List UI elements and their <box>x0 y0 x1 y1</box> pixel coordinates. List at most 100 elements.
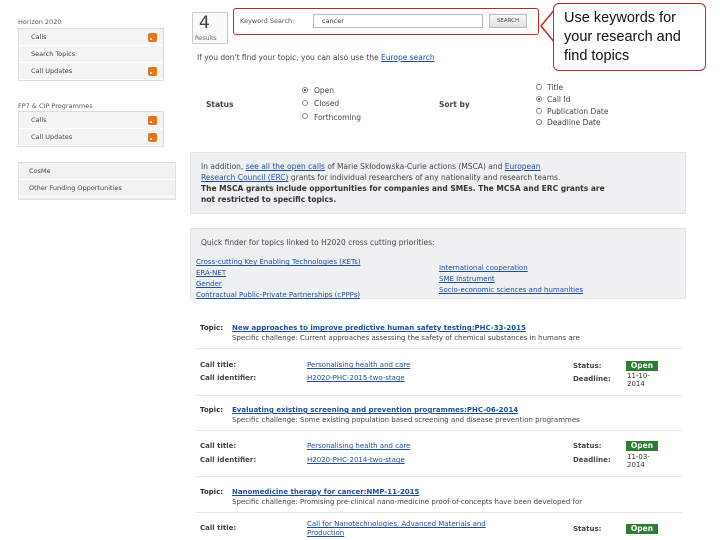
status-label: Status: <box>573 442 602 450</box>
rss-icon[interactable] <box>148 33 157 42</box>
status-option-label: Closed <box>314 99 340 108</box>
rss-icon[interactable] <box>148 67 157 76</box>
sidebar-item-fp7-call-updates[interactable]: Call Updates <box>19 129 163 146</box>
status-label: Status: <box>573 525 602 533</box>
sidebar-other-menu: CosMe Other Funding Opportunities <box>18 162 176 200</box>
search-label: Keyword Search: <box>240 17 295 25</box>
sidebar-item-label: Calls <box>31 33 47 41</box>
call-id-label: Call identifier: <box>200 456 257 464</box>
topic-label: Topic: <box>200 488 224 496</box>
annotation-callout: Use keywords for your research and find … <box>553 3 706 71</box>
deadline-date-line1: 11-03- <box>627 453 650 461</box>
sidebar-item-label: Other Funding Opportunities <box>29 184 122 192</box>
rss-icon[interactable] <box>148 116 157 125</box>
europe-note-text: If you don't find your topic, you can al… <box>197 53 381 62</box>
sidebar-item-label: Search Topics <box>31 50 76 58</box>
sort-option-label: Publication Date <box>547 107 609 116</box>
sidebar-item-other-funding[interactable]: Other Funding Opportunities <box>19 180 175 197</box>
divider <box>196 395 682 396</box>
sort-option-label: Call Id <box>547 95 571 104</box>
topic-challenge: Specific challenge: Some existing popula… <box>232 416 580 424</box>
status-badge: Open <box>626 524 658 534</box>
sidebar-item-call-updates[interactable]: Call Updates <box>19 63 163 80</box>
divider <box>196 476 682 477</box>
call-title-label: Call title: <box>200 442 237 450</box>
divider <box>196 512 682 513</box>
call-id-link[interactable]: H2020-PHC-2015-two-stage <box>307 374 405 382</box>
sort-radio-deadline-date[interactable] <box>536 119 542 125</box>
results-count: 4 <box>199 13 210 33</box>
sidebar-item-label: Call Updates <box>31 67 73 75</box>
sidebar-fp7-menu: Calls Call Updates <box>18 111 164 147</box>
deadline-label: Deadline: <box>573 456 611 464</box>
sort-radio-title[interactable] <box>536 84 542 90</box>
keyword-search-panel: Keyword Search: SEARCH <box>233 8 539 35</box>
sort-radio-publication-date[interactable] <box>536 108 542 114</box>
call-title-link[interactable]: Personalising health and care <box>307 361 410 369</box>
sidebar-item-label: Calls <box>31 116 47 124</box>
european-link[interactable]: European <box>505 162 541 171</box>
topic-challenge: Specific challenge: Current approaches a… <box>232 334 580 342</box>
sidebar-item-label: CosMe <box>29 167 51 175</box>
sort-by-label: Sort by <box>439 100 470 109</box>
quickfinder-link-cppps[interactable]: Contractual Public-Private Partnerships … <box>196 291 360 299</box>
search-input[interactable] <box>313 14 483 28</box>
quickfinder-link-kets[interactable]: Cross-cutting Key Enabling Technologies … <box>196 258 360 266</box>
call-title-link-continued[interactable]: Production <box>307 529 344 537</box>
status-radio-closed[interactable] <box>302 100 308 106</box>
quickfinder-link-sme[interactable]: SME Instrument <box>439 275 495 283</box>
results-label: Results <box>195 35 217 42</box>
status-filter-label: Status <box>206 100 234 109</box>
deadline-date-line1: 11-10- <box>627 372 650 380</box>
call-id-label: Call identifier: <box>200 374 257 382</box>
quickfinder-link-ssh[interactable]: Socio-economic sciences and humanities <box>439 286 583 294</box>
call-title-link[interactable]: Call for Nanotechnologies, Advanced Mate… <box>307 520 486 528</box>
topic-title-link[interactable]: Evaluating existing screening and preven… <box>232 406 518 414</box>
quick-finder-box: Quick finder for topics linked to H2020 … <box>190 228 686 299</box>
sidebar-item-fp7-calls[interactable]: Calls <box>19 112 163 129</box>
msca-erc-info-box: In addition, see all the open calls of M… <box>190 152 686 214</box>
sidebar-item-cosme[interactable]: CosMe <box>19 163 175 180</box>
status-badge: Open <box>626 361 658 371</box>
europe-search-link[interactable]: Europe search <box>381 53 435 62</box>
quickfinder-link-gender[interactable]: Gender <box>196 280 222 288</box>
sidebar-item-search-topics[interactable]: Search Topics <box>19 46 163 63</box>
sidebar-heading-h2020: Horizon 2020 <box>18 18 62 26</box>
sidebar-h2020-menu: Calls Search Topics Call Updates <box>18 28 164 81</box>
topic-label: Topic: <box>200 324 224 332</box>
status-badge: Open <box>626 441 658 451</box>
sort-option-label: Title <box>547 83 564 92</box>
results-count-box: 4 Results <box>192 12 228 44</box>
search-button[interactable]: SEARCH <box>489 14 527 28</box>
deadline-date-line2: 2014 <box>627 461 645 469</box>
sidebar-item-calls[interactable]: Calls <box>19 29 163 46</box>
call-title-link[interactable]: Personalising health and care <box>307 442 410 450</box>
quickfinder-link-intl-coop[interactable]: International cooperation <box>439 264 528 272</box>
rss-icon[interactable] <box>148 133 157 142</box>
call-title-label: Call title: <box>200 361 237 369</box>
divider <box>196 430 682 431</box>
divider <box>196 348 682 349</box>
sort-option-label: Deadline Date <box>547 118 601 126</box>
topic-title-link[interactable]: New approaches to improve predictive hum… <box>232 324 526 332</box>
info-line-3: The MSCA grants include opportunities fo… <box>201 184 605 193</box>
deadline-date-line2: 2014 <box>627 380 645 388</box>
open-calls-link[interactable]: see all the open calls <box>246 162 325 171</box>
status-option-label: Forthcoming <box>314 113 362 122</box>
topic-challenge: Specific challenge: Promising pre-clinic… <box>232 498 583 506</box>
status-radio-open[interactable] <box>302 87 308 93</box>
deadline-label: Deadline: <box>573 375 611 383</box>
status-radio-forthcoming[interactable] <box>302 113 308 119</box>
call-id-link[interactable]: H2020-PHC-2014-two-stage <box>307 456 405 464</box>
quickfinder-link-era-net[interactable]: ERA-NET <box>196 269 226 277</box>
info-line-1: In addition, see all the open calls of M… <box>201 162 541 171</box>
sort-radio-call-id[interactable] <box>536 96 542 102</box>
info-line-2: Research Council (ERC) grants for indivi… <box>201 173 561 182</box>
status-label: Status: <box>573 362 602 370</box>
quick-finder-title: Quick finder for topics linked to H2020 … <box>201 238 435 247</box>
call-title-label: Call title: <box>200 524 237 532</box>
erc-link[interactable]: Research Council (ERC) <box>201 173 288 182</box>
topic-title-link[interactable]: Nanomedicine therapy for cancer:NMP-11-2… <box>232 488 419 496</box>
sidebar-heading-fp7: FP7 & CIP Programmes <box>18 102 93 110</box>
topic-label: Topic: <box>200 406 224 414</box>
